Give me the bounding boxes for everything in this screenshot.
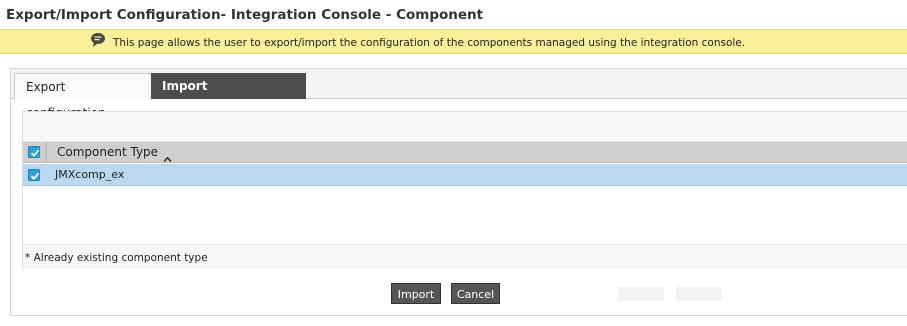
- row-component-type: JMXcomp_ex: [55, 168, 125, 181]
- grid-toolbar: [23, 112, 907, 142]
- info-text: This page allows the user to export/impo…: [113, 37, 746, 49]
- row-checkbox[interactable]: [28, 169, 40, 181]
- checkmark-icon: [30, 172, 40, 180]
- checkmark-icon: [30, 149, 40, 157]
- configuration-panel: Export configuration Import configuratio…: [10, 68, 907, 316]
- tab-import-configuration[interactable]: Import configuration: [151, 73, 306, 119]
- tab-bar: Export configuration Import configuratio…: [11, 69, 907, 120]
- faded-placeholder: [618, 287, 664, 301]
- speech-bubble-icon: [90, 32, 106, 48]
- grid-header: Component Type: [23, 142, 907, 163]
- cancel-button[interactable]: Cancel: [451, 283, 500, 304]
- table-row[interactable]: JMXcomp_ex: [23, 164, 907, 186]
- column-divider: [46, 142, 47, 163]
- info-banner: This page allows the user to export/impo…: [0, 29, 907, 54]
- footnote-text: * Already existing component type: [25, 252, 208, 264]
- faded-placeholder: [676, 287, 722, 301]
- import-grid-container: Component Type JMXcomp_ex * Already exis…: [22, 111, 907, 269]
- import-button[interactable]: Import: [391, 283, 441, 304]
- tab-export-configuration[interactable]: Export configuration: [14, 73, 152, 120]
- grid-footer: * Already existing component type: [23, 244, 907, 269]
- column-header-component-type[interactable]: Component Type: [57, 145, 158, 159]
- page-title: Export/Import Configuration- Integration…: [6, 7, 484, 23]
- select-all-checkbox[interactable]: [28, 146, 40, 158]
